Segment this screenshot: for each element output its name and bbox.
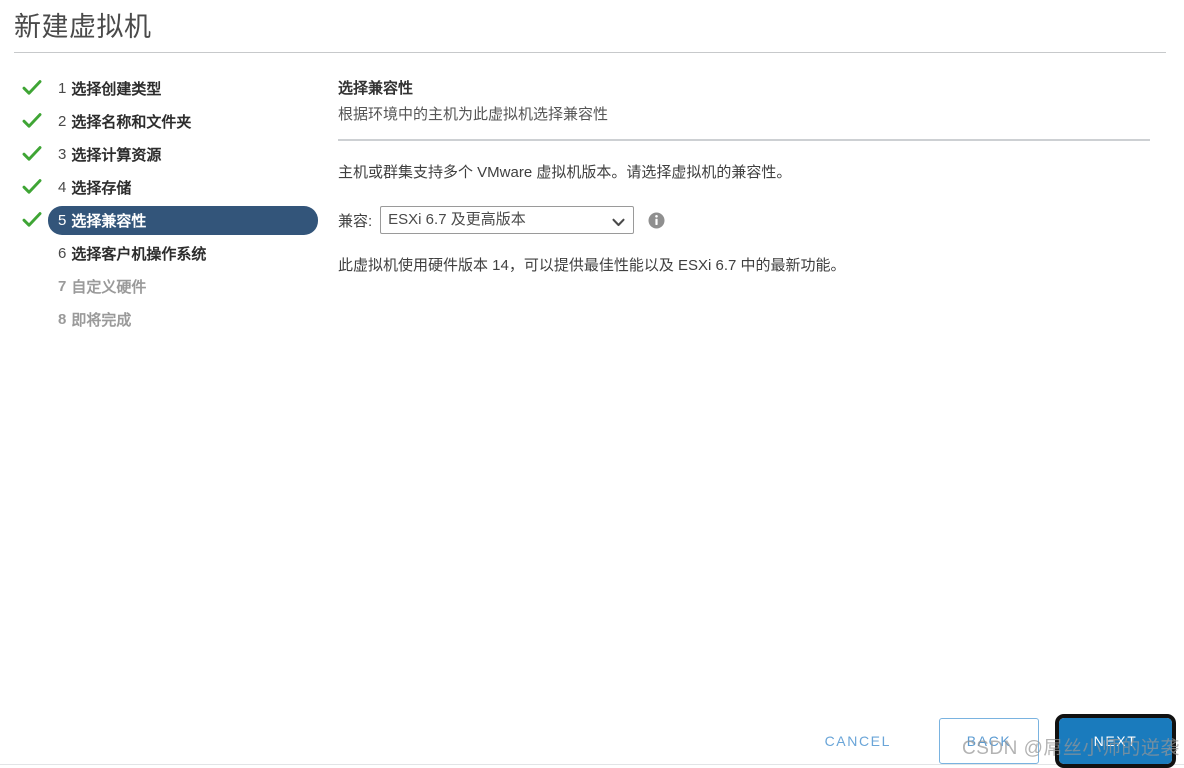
sidebar-step-8-label: 即将完成: [71, 312, 132, 329]
sidebar-step-7-number: 7: [58, 278, 67, 295]
sidebar-step-5-label: 选择兼容性: [71, 213, 147, 230]
sidebar-step-7: 7 自定义硬件: [0, 270, 330, 303]
page-title: 新建虚拟机: [14, 12, 152, 42]
wizard-footer: CANCEL BACK NEXT: [0, 704, 1184, 768]
footer-button-group: CANCEL BACK NEXT: [807, 714, 1176, 768]
sidebar-step-1-number: 1: [58, 80, 67, 97]
sidebar-step-3[interactable]: 3 选择计算资源: [0, 138, 330, 171]
wizard-step-list: 1 选择创建类型 2 选择名称和文件夹 3 选择计算资源 4 选择存储 5 选择…: [0, 72, 330, 336]
content-description: 主机或群集支持多个 VMware 虚拟机版本。请选择虚拟机的兼容性。: [338, 164, 792, 181]
sidebar-step-2-label: 选择名称和文件夹: [71, 114, 192, 131]
wizard-content-pane: 选择兼容性 根据环境中的主机为此虚拟机选择兼容性 主机或群集支持多个 VMwar…: [338, 78, 1150, 278]
info-icon[interactable]: [648, 212, 665, 229]
step-marker-placeholder: [22, 244, 44, 264]
sidebar-step-1[interactable]: 1 选择创建类型: [0, 72, 330, 105]
sidebar-step-2[interactable]: 2 选择名称和文件夹: [0, 105, 330, 138]
wizard-header: 新建虚拟机: [0, 0, 1184, 56]
sidebar-step-6[interactable]: 6 选择客户机操作系统: [0, 237, 330, 270]
header-divider: [14, 52, 1166, 53]
content-subtitle: 根据环境中的主机为此虚拟机选择兼容性: [338, 106, 609, 123]
compatibility-select[interactable]: ESXi 6.7 及更高版本 ESXi 6.5 及更高版本 ESXi 6.0 及…: [380, 206, 635, 234]
sidebar-step-3-number: 3: [58, 146, 67, 163]
check-icon: [22, 178, 44, 198]
check-icon: [22, 211, 44, 231]
sidebar-step-5[interactable]: 5 选择兼容性: [0, 204, 330, 237]
sidebar-step-5-number: 5: [58, 212, 67, 229]
content-divider: [338, 139, 1150, 141]
content-title: 选择兼容性: [338, 80, 414, 97]
compatibility-label: 兼容:: [338, 212, 373, 230]
sidebar-step-2-number: 2: [58, 113, 67, 130]
check-icon: [22, 112, 44, 132]
sidebar-step-8-number: 8: [58, 311, 67, 328]
check-icon: [22, 79, 44, 99]
step-marker-placeholder: [22, 310, 44, 330]
sidebar-step-4-number: 4: [58, 179, 67, 196]
compatibility-row: 兼容: ESXi 6.7 及更高版本 ESXi 6.5 及更高版本 ESXi 6…: [338, 205, 1150, 235]
sidebar-step-4-label: 选择存储: [71, 180, 132, 197]
cancel-button[interactable]: CANCEL: [807, 723, 909, 759]
back-button[interactable]: BACK: [939, 718, 1039, 764]
next-button-focus-ring: NEXT: [1055, 714, 1176, 768]
hardware-version-note: 此虚拟机使用硬件版本 14，可以提供最佳性能以及 ESXi 6.7 中的最新功能…: [338, 257, 846, 274]
new-virtual-machine-wizard: 新建虚拟机 1 选择创建类型 2 选择名称和文件夹 3 选择计算资源 4 选择存…: [0, 0, 1184, 768]
sidebar-step-3-label: 选择计算资源: [71, 147, 162, 164]
sidebar-step-7-label: 自定义硬件: [71, 279, 147, 296]
sidebar-step-4[interactable]: 4 选择存储: [0, 171, 330, 204]
next-button[interactable]: NEXT: [1059, 718, 1172, 764]
sidebar-step-8: 8 即将完成: [0, 303, 330, 336]
sidebar-step-6-label: 选择客户机操作系统: [71, 246, 207, 263]
sidebar-step-6-number: 6: [58, 245, 67, 262]
check-icon: [22, 145, 44, 165]
sidebar-step-1-label: 选择创建类型: [71, 81, 162, 98]
compatibility-select-wrapper: ESXi 6.7 及更高版本 ESXi 6.5 及更高版本 ESXi 6.0 及…: [380, 206, 635, 234]
step-marker-placeholder: [22, 277, 44, 297]
